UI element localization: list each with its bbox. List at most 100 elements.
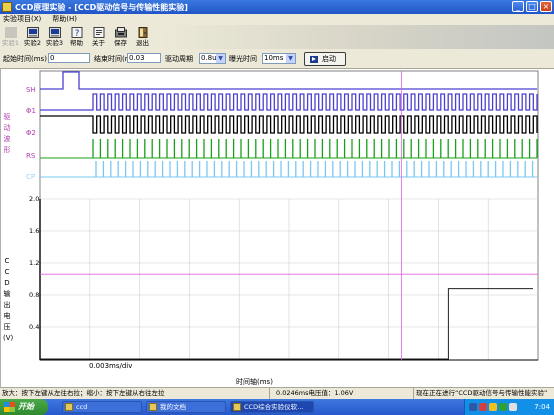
ccd-output-char: 电 [3, 312, 11, 320]
y-tick-label: 2.0 [29, 195, 40, 203]
tray-icon[interactable] [489, 403, 497, 411]
tray-icon[interactable] [479, 403, 487, 411]
start-time-label: 起始时间(ms) [3, 55, 47, 63]
ccd-output-trace [40, 288, 533, 360]
taskbar-item-ccd[interactable]: ccd [62, 401, 142, 413]
play-icon [310, 56, 318, 63]
waveform-plot[interactable]: 驱 动 波 形 SH Φ1 Φ2 RS CP C C D 输 出 电 压 (V)… [0, 69, 554, 387]
start-button-label: 启动 [322, 55, 336, 63]
menu-bar: 实验项目(X) 帮助(H) [0, 14, 554, 25]
about-icon [93, 27, 104, 38]
exit-button[interactable]: 退出 [132, 25, 153, 48]
drive-waveform-char: 波 [3, 135, 11, 143]
menu-help[interactable]: 帮助(H) [49, 14, 85, 25]
experiment-icon [48, 27, 61, 38]
zoom-hint: 放大：按下左键从左往右拉；缩小：按下左键从右往左拉 [0, 388, 270, 399]
minimize-button[interactable]: _ [512, 1, 524, 12]
experiment-3-label: 实验3 [45, 39, 64, 47]
start-menu-button[interactable]: 开始 [0, 399, 48, 415]
tray-icon[interactable] [469, 403, 477, 411]
experiment-1-button[interactable]: 实验1 [0, 25, 21, 48]
status-text: 现在正在进行“CCD驱动信号与传输性能实验” [416, 389, 548, 397]
system-tray: 7:04 [464, 399, 554, 415]
tray-icon[interactable] [499, 403, 507, 411]
end-time-input[interactable]: 0.03 [127, 53, 161, 63]
title-bar: CCD原理实验 - [CCD驱动信号与传输性能实验] _ □ × [0, 0, 554, 14]
close-button[interactable]: × [540, 1, 552, 12]
toolbar: 实验1 实验2 实验3 ? 帮助 关于 保存 退出 [0, 25, 554, 49]
sh-trace [40, 71, 537, 90]
experiment-icon [26, 27, 39, 38]
phi2-trace [40, 115, 538, 134]
signal-label-rs: RS [26, 152, 36, 160]
y-tick-label: 1.6 [29, 227, 40, 235]
x-axis-label: 时间轴(ms) [236, 378, 273, 386]
exposure-label: 曝光时间 [229, 55, 257, 63]
phi1-trace [40, 93, 538, 111]
ccd-output-char: 压 [3, 323, 11, 331]
app-icon [233, 403, 241, 411]
taskbar-item-my-documents[interactable]: 我的文档 [146, 401, 226, 413]
exposure-select[interactable]: 10ms ▼ [262, 53, 296, 64]
about-label: 关于 [92, 39, 105, 47]
drive-waveform-char: 驱 [3, 113, 11, 121]
save-icon [114, 27, 127, 38]
signal-label-phi1: Φ1 [26, 107, 36, 115]
help-icon: ? [71, 27, 82, 38]
ccd-output-char: C [4, 257, 10, 265]
maximize-button[interactable]: □ [526, 1, 538, 12]
experiment-2-button[interactable]: 实验2 [22, 25, 43, 48]
y-tick-label: 1.2 [29, 259, 40, 267]
about-button[interactable]: 关于 [88, 25, 109, 48]
x-division-label: 0.003ms/div [89, 362, 133, 370]
ccd-output-char: C [4, 268, 10, 276]
parameter-bar: 起始时间(ms) 0 结束时间(ms) 0.03 驱动周期 0.8us ▼ 曝光… [0, 49, 554, 69]
menu-experiment[interactable]: 实验项目(X) [0, 14, 49, 25]
taskbar-item-label: ccd [76, 403, 88, 411]
experiment-icon [4, 27, 17, 38]
cursor-readout: 0.0246ms电压值：1.06V [274, 388, 414, 399]
start-time-input[interactable]: 0 [48, 53, 90, 63]
signal-label-sh: SH [26, 86, 36, 94]
drive-waveform-char: 形 [3, 146, 11, 154]
exposure-value: 10ms [264, 54, 284, 62]
drive-period-label: 驱动周期 [165, 55, 193, 63]
experiment-1-label: 实验1 [1, 39, 20, 47]
start-menu-label: 开始 [18, 402, 34, 411]
start-button[interactable]: 启动 [304, 52, 346, 66]
ccd-output-char: 输 [3, 290, 11, 298]
taskbar-item-label: 我的文档 [160, 403, 186, 411]
taskbar-item-label: CCD综合实验仪软… [244, 403, 304, 411]
y-tick-label: 0.8 [29, 291, 40, 299]
chevron-down-icon: ▼ [216, 54, 225, 63]
ccd-output-char: D [4, 279, 10, 287]
signal-label-cp: CP [26, 173, 36, 181]
plot-canvas[interactable] [1, 69, 554, 387]
ccd-output-label: C C D 输 出 电 压 (V) [3, 256, 14, 344]
experiment-3-button[interactable]: 实验3 [44, 25, 65, 48]
status-bar: 放大：按下左键从左往右拉；缩小：按下左键从右往左拉 0.0246ms电压值：1.… [0, 387, 554, 399]
exit-icon [138, 27, 147, 38]
drive-period-select[interactable]: 0.8us ▼ [199, 53, 226, 64]
ccd-output-char: (V) [3, 334, 14, 342]
folder-icon [149, 403, 157, 411]
drive-waveform-label: 驱 动 波 形 [3, 112, 11, 156]
tray-icon[interactable] [509, 403, 517, 411]
help-button[interactable]: ? 帮助 [66, 25, 87, 48]
exit-label: 退出 [136, 39, 149, 47]
app-icon [2, 2, 12, 12]
experiment-2-label: 实验2 [23, 39, 42, 47]
taskbar: 开始 ccd 我的文档 CCD综合实验仪软… 7:04 [0, 399, 554, 415]
ccd-output-char: 出 [3, 301, 11, 309]
drive-waveform-char: 动 [3, 124, 11, 132]
folder-icon [65, 403, 73, 411]
clock: 7:04 [534, 403, 550, 411]
y-tick-label: 0.4 [29, 323, 40, 331]
help-label: 帮助 [70, 39, 83, 47]
save-button[interactable]: 保存 [110, 25, 131, 48]
svg-text:?: ? [74, 29, 79, 38]
window-controls: _ □ × [512, 1, 552, 12]
signal-label-phi2: Φ2 [26, 129, 36, 137]
windows-logo-icon [4, 402, 15, 412]
taskbar-item-ccd-software[interactable]: CCD综合实验仪软… [230, 401, 314, 413]
